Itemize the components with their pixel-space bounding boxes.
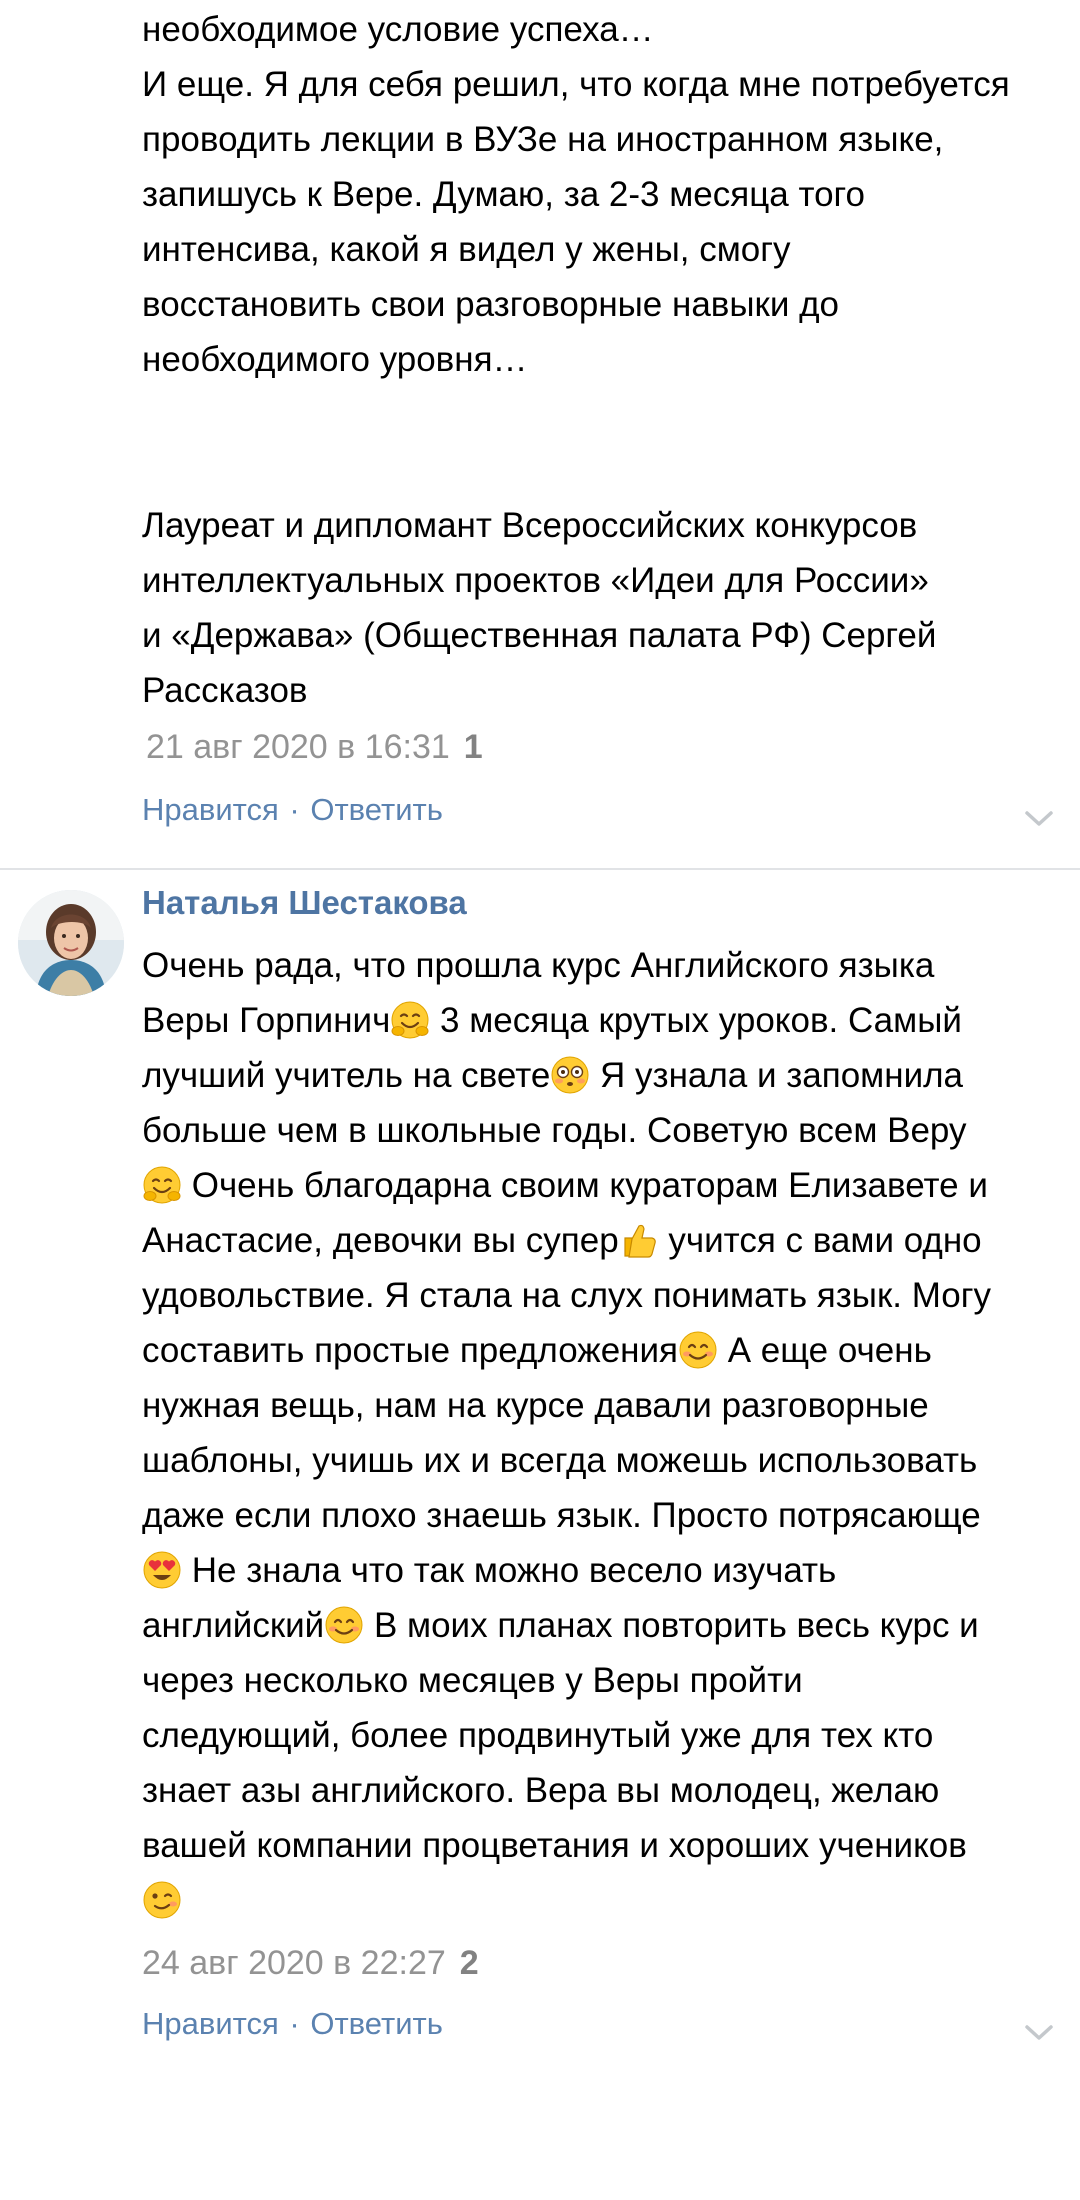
comment-divider bbox=[0, 868, 1080, 870]
comment-1-like-link[interactable]: Нравится bbox=[142, 792, 279, 827]
thumbs-up-emoji bbox=[624, 1224, 656, 1258]
comment-2-text: Очень рада, что прошла курс Английского … bbox=[142, 938, 1062, 1928]
comment-1: необходимое условие успеха… И еще. Я для … bbox=[142, 2, 1062, 387]
chevron-down-icon[interactable] bbox=[1022, 2020, 1056, 2044]
comment-1-signature-line: интеллектуальных проектов «Идеи для Росс… bbox=[142, 561, 929, 600]
comment-1-action-separator: · bbox=[289, 792, 300, 827]
comment-1-date[interactable]: 21 авг 2020 в 16:31 bbox=[146, 728, 450, 767]
comment-1-text: необходимое условие успеха… И еще. Я для … bbox=[142, 2, 1062, 387]
hugging-face-emoji bbox=[143, 1166, 181, 1204]
comment-1-signature-line: и «Держава» (Общественная палата РФ) Сер… bbox=[142, 616, 937, 655]
comment-2-like-count: 2 bbox=[459, 1944, 479, 1982]
comment-2-actions: Нравится · Ответить bbox=[142, 2006, 1062, 2042]
comment-1-signature-line: Лауреат и дипломант Всероссийских конкур… bbox=[142, 506, 918, 545]
comment-1-signature-line: Рассказов bbox=[142, 671, 308, 710]
winking-face-emoji bbox=[143, 1881, 181, 1919]
comment-2-action-separator: · bbox=[289, 2006, 300, 2041]
comment-1-text-line: восстановить свои разговорные навыки до bbox=[142, 285, 840, 324]
comment-1-text-line: необходимое условие успеха… bbox=[142, 10, 654, 49]
comment-1-text-line: запишусь к Вере. Думаю, за 2-3 месяца то… bbox=[142, 175, 866, 214]
comment-1-signature-text: Лауреат и дипломант Всероссийских конкур… bbox=[142, 498, 1062, 718]
comment-1-text-line: интенсива, какой я видел у жены, смогу bbox=[142, 230, 791, 269]
comment-1-reply-link[interactable]: Ответить bbox=[310, 792, 443, 827]
comment-1-text-line: проводить лекции в ВУЗе на иностранном я… bbox=[142, 120, 944, 159]
comment-1-text-line: необходимого уровня… bbox=[142, 340, 528, 379]
comment-1-text-line: И еще. Я для себя решил, что когда мне п… bbox=[142, 65, 1010, 104]
comment-2: Очень рада, что прошла курс Английского … bbox=[142, 938, 1062, 1928]
comment-2-date[interactable]: 24 авг 2020 в 22:27 bbox=[142, 1944, 446, 1983]
heart-eyes-emoji bbox=[143, 1551, 181, 1589]
comment-2-reply-link[interactable]: Ответить bbox=[310, 2006, 443, 2041]
avatar-photo bbox=[18, 890, 124, 996]
hugging-face-emoji bbox=[391, 1001, 429, 1039]
comment-2-like-link[interactable]: Нравится bbox=[142, 2006, 279, 2041]
smiling-face-emoji bbox=[679, 1331, 717, 1369]
comment-2-meta: 24 авг 2020 в 22:27 2 bbox=[142, 1944, 1062, 1983]
comment-1-actions: Нравится · Ответить bbox=[142, 792, 1062, 828]
chevron-down-icon[interactable] bbox=[1022, 806, 1056, 830]
comment-1-like-count: 1 bbox=[463, 728, 483, 766]
smiling-face-emoji bbox=[325, 1606, 363, 1644]
comment-1-signature: Лауреат и дипломант Всероссийских конкур… bbox=[142, 498, 1062, 718]
avatar[interactable] bbox=[18, 890, 124, 996]
comment-1-meta: 21 авг 2020 в 16:31 1 bbox=[146, 728, 1066, 767]
flushed-face-emoji bbox=[551, 1056, 589, 1094]
comment-2-author[interactable]: Наталья Шестакова bbox=[142, 884, 467, 922]
